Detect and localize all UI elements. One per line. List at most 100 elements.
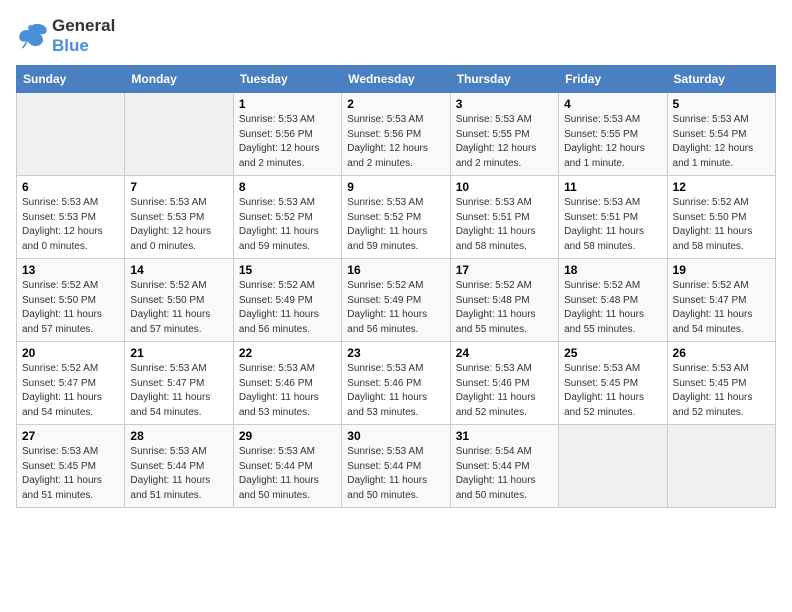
day-detail: Sunrise: 5:53 AM Sunset: 5:45 PM Dayligh…: [22, 445, 119, 503]
weekday-header: Monday: [125, 66, 233, 93]
calendar-table: SundayMondayTuesdayWednesdayThursdayFrid…: [16, 65, 776, 508]
day-number: 22: [239, 346, 336, 360]
day-number: 4: [564, 97, 661, 111]
calendar-cell: 19Sunrise: 5:52 AM Sunset: 5:47 PM Dayli…: [667, 259, 775, 342]
calendar-cell: 22 Sunrise: 5:53 AM Sunset: 5:46 PM Dayli…: [233, 342, 341, 425]
calendar-cell: 4 Sunrise: 5:53 AM Sunset: 5:55 PM Daylig…: [559, 93, 667, 176]
calendar-cell: 29 Sunrise: 5:53 AM Sunset: 5:44 PM Dayli…: [233, 425, 341, 508]
day-detail: Sunrise: 5:53 AM Sunset: 5:44 PM Dayligh…: [130, 445, 227, 503]
day-detail: Sunrise: 5:53 AM Sunset: 5:46 PM Dayligh…: [347, 362, 444, 420]
calendar-cell: 21 Sunrise: 5:53 AM Sunset: 5:47 PM Dayli…: [125, 342, 233, 425]
day-number: 13: [22, 263, 119, 277]
day-number: 23: [347, 346, 444, 360]
day-number: 8: [239, 180, 336, 194]
page-header: General Blue: [16, 16, 776, 55]
day-detail: Sunrise: 5:52 AM Sunset: 5:48 PM Dayligh…: [456, 279, 553, 337]
day-detail: Sunrise: 5:53 AM Sunset: 5:46 PM Dayligh…: [456, 362, 553, 420]
day-detail: Sunrise: 5:53 AM Sunset: 5:47 PM Dayligh…: [130, 362, 227, 420]
calendar-cell: 3Sunrise: 5:53 AM Sunset: 5:55 PM Daylig…: [450, 93, 558, 176]
calendar-week-row: 27 Sunrise: 5:53 AM Sunset: 5:45 PM Dayli…: [17, 425, 776, 508]
day-detail: Sunrise: 5:53 AM Sunset: 5:55 PM Dayligh…: [564, 113, 661, 171]
day-number: 10: [456, 180, 553, 194]
weekday-header: Tuesday: [233, 66, 341, 93]
day-number: 1: [239, 97, 336, 111]
day-number: 7: [130, 180, 227, 194]
calendar-week-row: 1 Sunrise: 5:53 AM Sunset: 5:56 PM Daylig…: [17, 93, 776, 176]
day-number: 21: [130, 346, 227, 360]
day-detail: Sunrise: 5:52 AM Sunset: 5:49 PM Dayligh…: [347, 279, 444, 337]
calendar-cell: 1 Sunrise: 5:53 AM Sunset: 5:56 PM Daylig…: [233, 93, 341, 176]
weekday-header: Sunday: [17, 66, 125, 93]
calendar-cell: 2Sunrise: 5:53 AM Sunset: 5:56 PM Daylig…: [342, 93, 450, 176]
day-number: 19: [673, 263, 770, 277]
calendar-cell: 26 Sunrise: 5:53 AM Sunset: 5:45 PM Dayli…: [667, 342, 775, 425]
day-number: 27: [22, 429, 119, 443]
day-number: 29: [239, 429, 336, 443]
day-detail: Sunrise: 5:54 AM Sunset: 5:44 PM Dayligh…: [456, 445, 553, 503]
day-detail: Sunrise: 5:53 AM Sunset: 5:51 PM Dayligh…: [456, 196, 553, 254]
weekday-header: Thursday: [450, 66, 558, 93]
calendar-cell: 14 Sunrise: 5:52 AM Sunset: 5:50 PM Dayli…: [125, 259, 233, 342]
day-number: 24: [456, 346, 553, 360]
calendar-cell: 10 Sunrise: 5:53 AM Sunset: 5:51 PM Dayli…: [450, 176, 558, 259]
calendar-cell: 17 Sunrise: 5:52 AM Sunset: 5:48 PM Dayli…: [450, 259, 558, 342]
calendar-cell: 15Sunrise: 5:52 AM Sunset: 5:49 PM Dayli…: [233, 259, 341, 342]
day-detail: Sunrise: 5:52 AM Sunset: 5:50 PM Dayligh…: [22, 279, 119, 337]
day-number: 3: [456, 97, 553, 111]
day-detail: Sunrise: 5:53 AM Sunset: 5:44 PM Dayligh…: [239, 445, 336, 503]
day-number: 26: [673, 346, 770, 360]
day-number: 5: [673, 97, 770, 111]
calendar-week-row: 13 Sunrise: 5:52 AM Sunset: 5:50 PM Dayli…: [17, 259, 776, 342]
calendar-cell: 30Sunrise: 5:53 AM Sunset: 5:44 PM Dayli…: [342, 425, 450, 508]
logo: General Blue: [16, 16, 115, 55]
calendar-cell: 27 Sunrise: 5:53 AM Sunset: 5:45 PM Dayli…: [17, 425, 125, 508]
day-detail: Sunrise: 5:53 AM Sunset: 5:45 PM Dayligh…: [564, 362, 661, 420]
weekday-header: Saturday: [667, 66, 775, 93]
day-number: 28: [130, 429, 227, 443]
logo-bird-icon: [16, 22, 48, 50]
day-number: 14: [130, 263, 227, 277]
calendar-cell: 5 Sunrise: 5:53 AM Sunset: 5:54 PM Daylig…: [667, 93, 775, 176]
calendar-cell: 12 Sunrise: 5:52 AM Sunset: 5:50 PM Dayli…: [667, 176, 775, 259]
calendar-week-row: 6 Sunrise: 5:53 AM Sunset: 5:53 PM Daylig…: [17, 176, 776, 259]
day-detail: Sunrise: 5:52 AM Sunset: 5:50 PM Dayligh…: [130, 279, 227, 337]
calendar-cell: 23 Sunrise: 5:53 AM Sunset: 5:46 PM Dayli…: [342, 342, 450, 425]
calendar-cell: 25 Sunrise: 5:53 AM Sunset: 5:45 PM Dayli…: [559, 342, 667, 425]
calendar-cell: 8Sunrise: 5:53 AM Sunset: 5:52 PM Daylig…: [233, 176, 341, 259]
weekday-header: Wednesday: [342, 66, 450, 93]
weekday-header: Friday: [559, 66, 667, 93]
day-number: 30: [347, 429, 444, 443]
day-number: 25: [564, 346, 661, 360]
day-number: 11: [564, 180, 661, 194]
day-number: 12: [673, 180, 770, 194]
day-detail: Sunrise: 5:53 AM Sunset: 5:53 PM Dayligh…: [22, 196, 119, 254]
day-detail: Sunrise: 5:52 AM Sunset: 5:50 PM Dayligh…: [673, 196, 770, 254]
day-detail: Sunrise: 5:52 AM Sunset: 5:47 PM Dayligh…: [22, 362, 119, 420]
day-number: 18: [564, 263, 661, 277]
calendar-cell: 9 Sunrise: 5:53 AM Sunset: 5:52 PM Daylig…: [342, 176, 450, 259]
calendar-cell: [17, 93, 125, 176]
calendar-week-row: 20Sunrise: 5:52 AM Sunset: 5:47 PM Dayli…: [17, 342, 776, 425]
day-number: 15: [239, 263, 336, 277]
day-number: 6: [22, 180, 119, 194]
day-detail: Sunrise: 5:53 AM Sunset: 5:52 PM Dayligh…: [347, 196, 444, 254]
day-detail: Sunrise: 5:53 AM Sunset: 5:54 PM Dayligh…: [673, 113, 770, 171]
day-detail: Sunrise: 5:53 AM Sunset: 5:45 PM Dayligh…: [673, 362, 770, 420]
calendar-cell: 18 Sunrise: 5:52 AM Sunset: 5:48 PM Dayli…: [559, 259, 667, 342]
calendar-cell: 6 Sunrise: 5:53 AM Sunset: 5:53 PM Daylig…: [17, 176, 125, 259]
calendar-cell: 20Sunrise: 5:52 AM Sunset: 5:47 PM Dayli…: [17, 342, 125, 425]
day-detail: Sunrise: 5:53 AM Sunset: 5:46 PM Dayligh…: [239, 362, 336, 420]
calendar-cell: 28 Sunrise: 5:53 AM Sunset: 5:44 PM Dayli…: [125, 425, 233, 508]
day-number: 17: [456, 263, 553, 277]
day-detail: Sunrise: 5:53 AM Sunset: 5:56 PM Dayligh…: [347, 113, 444, 171]
day-number: 9: [347, 180, 444, 194]
calendar-cell: [559, 425, 667, 508]
logo-text: General Blue: [52, 16, 115, 55]
calendar-cell: 24 Sunrise: 5:53 AM Sunset: 5:46 PM Dayli…: [450, 342, 558, 425]
day-detail: Sunrise: 5:52 AM Sunset: 5:48 PM Dayligh…: [564, 279, 661, 337]
calendar-cell: 16Sunrise: 5:52 AM Sunset: 5:49 PM Dayli…: [342, 259, 450, 342]
calendar-cell: 11Sunrise: 5:53 AM Sunset: 5:51 PM Dayli…: [559, 176, 667, 259]
calendar-cell: 31Sunrise: 5:54 AM Sunset: 5:44 PM Dayli…: [450, 425, 558, 508]
day-detail: Sunrise: 5:53 AM Sunset: 5:56 PM Dayligh…: [239, 113, 336, 171]
calendar-cell: 13 Sunrise: 5:52 AM Sunset: 5:50 PM Dayli…: [17, 259, 125, 342]
